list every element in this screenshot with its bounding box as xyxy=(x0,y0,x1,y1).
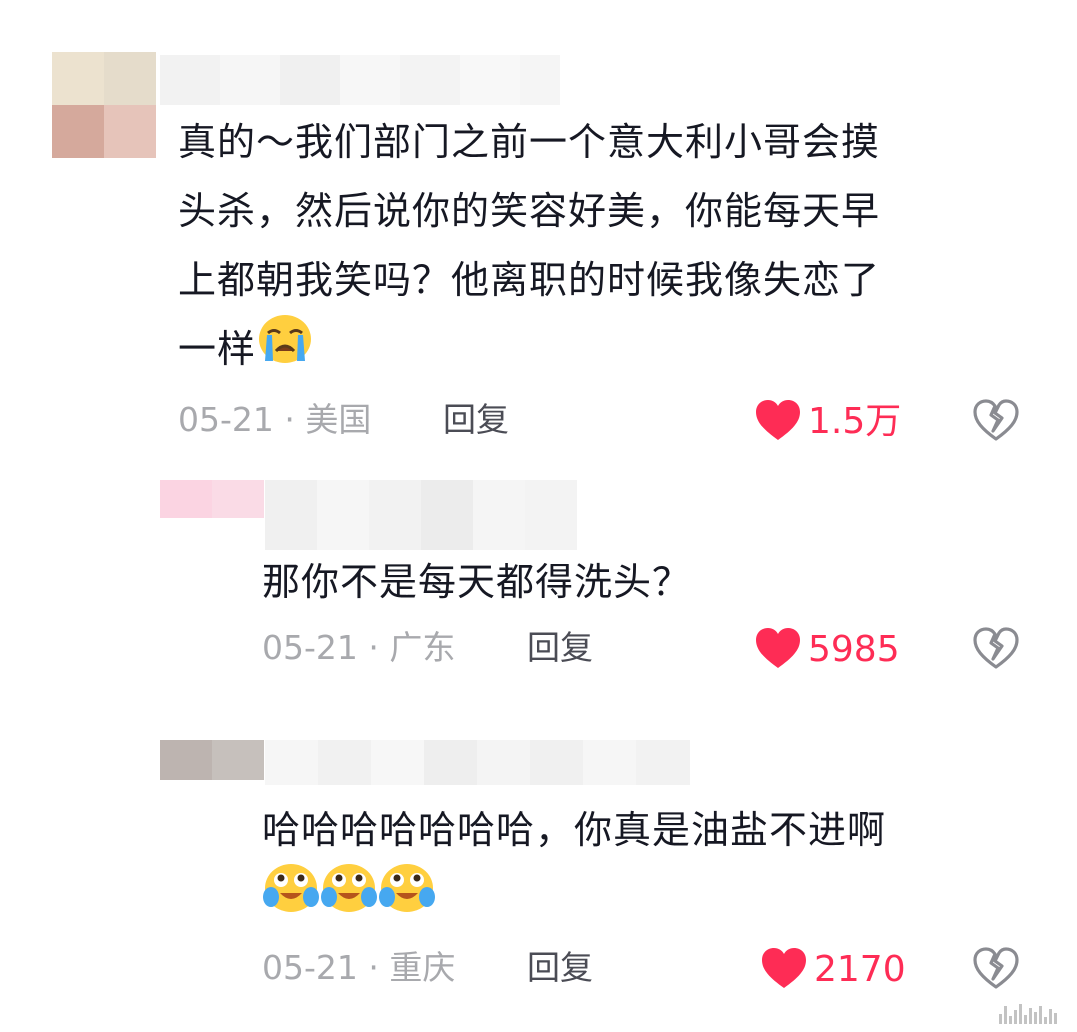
emoji-row xyxy=(262,863,1042,934)
avatar[interactable] xyxy=(160,740,264,792)
reply-button[interactable]: 回复 xyxy=(443,400,509,440)
comment-location: 重庆 xyxy=(389,948,456,987)
avatar[interactable] xyxy=(52,52,156,158)
comment-text: 那你不是每天都得洗头？ xyxy=(262,560,692,604)
broken-heart-icon xyxy=(972,627,1020,674)
like-count: 1.5万 xyxy=(808,401,902,442)
like-count: 2170 xyxy=(814,949,906,990)
comment-location: 美国 xyxy=(305,400,372,439)
heart-icon xyxy=(754,398,802,446)
teary-laugh-icon xyxy=(378,861,436,937)
dislike-button[interactable] xyxy=(972,946,1020,994)
avatar[interactable] xyxy=(160,480,264,548)
reply-button[interactable]: 回复 xyxy=(527,628,593,668)
username-blurred[interactable] xyxy=(160,55,560,105)
loudly-crying-icon xyxy=(256,311,314,387)
reply-button[interactable]: 回复 xyxy=(527,948,593,988)
comment-line: 上都朝我笑吗？他离职的时候我像失恋了 xyxy=(178,258,881,302)
teary-laugh-icon xyxy=(320,861,378,937)
comment-text: 哈哈哈哈哈哈哈，你真是油盐不进啊 xyxy=(262,796,1042,934)
comment-line: 哈哈哈哈哈哈哈，你真是油盐不进啊 xyxy=(262,808,887,852)
like-button[interactable]: 5985 xyxy=(754,626,900,674)
comment-date: 05-21 xyxy=(178,400,274,439)
dislike-button[interactable] xyxy=(972,626,1020,674)
like-button[interactable]: 1.5万 xyxy=(754,398,901,446)
broken-heart-icon xyxy=(972,947,1020,994)
watermark-icon xyxy=(999,1004,1057,1024)
comment-date: 05-21 xyxy=(262,628,358,667)
comment-text: 真的～我们部门之前一个意大利小哥会摸 头杀，然后说你的笑容好美，你能每天早 上都… xyxy=(178,108,1038,387)
comment-2: 那你不是每天都得洗头？ 05-21 · 广东 回复 5985 xyxy=(0,460,1077,700)
dislike-button[interactable] xyxy=(972,398,1020,446)
broken-heart-icon xyxy=(972,399,1020,446)
teary-laugh-icon xyxy=(262,861,320,937)
comment-line: 真的～我们部门之前一个意大利小哥会摸 xyxy=(178,120,881,164)
comment-line: 一样 xyxy=(178,314,1038,387)
like-button[interactable]: 2170 xyxy=(760,946,906,994)
comment-3: 哈哈哈哈哈哈哈，你真是油盐不进啊 05-21 · 重庆 回复 2170 xyxy=(0,700,1077,1032)
username-blurred[interactable] xyxy=(265,480,605,550)
comment-meta: 05-21 · 美国 xyxy=(178,400,372,439)
comment-line: 头杀，然后说你的笑容好美，你能每天早 xyxy=(178,189,881,233)
comment-meta: 05-21 · 广东 xyxy=(262,628,456,667)
heart-icon xyxy=(760,946,808,994)
like-count: 5985 xyxy=(808,629,900,670)
comment-meta: 05-21 · 重庆 xyxy=(262,948,456,987)
comment-location: 广东 xyxy=(389,628,456,667)
heart-icon xyxy=(754,626,802,674)
username-blurred[interactable] xyxy=(265,740,690,785)
comment-1: 真的～我们部门之前一个意大利小哥会摸 头杀，然后说你的笑容好美，你能每天早 上都… xyxy=(0,0,1077,460)
comment-date: 05-21 xyxy=(262,948,358,987)
